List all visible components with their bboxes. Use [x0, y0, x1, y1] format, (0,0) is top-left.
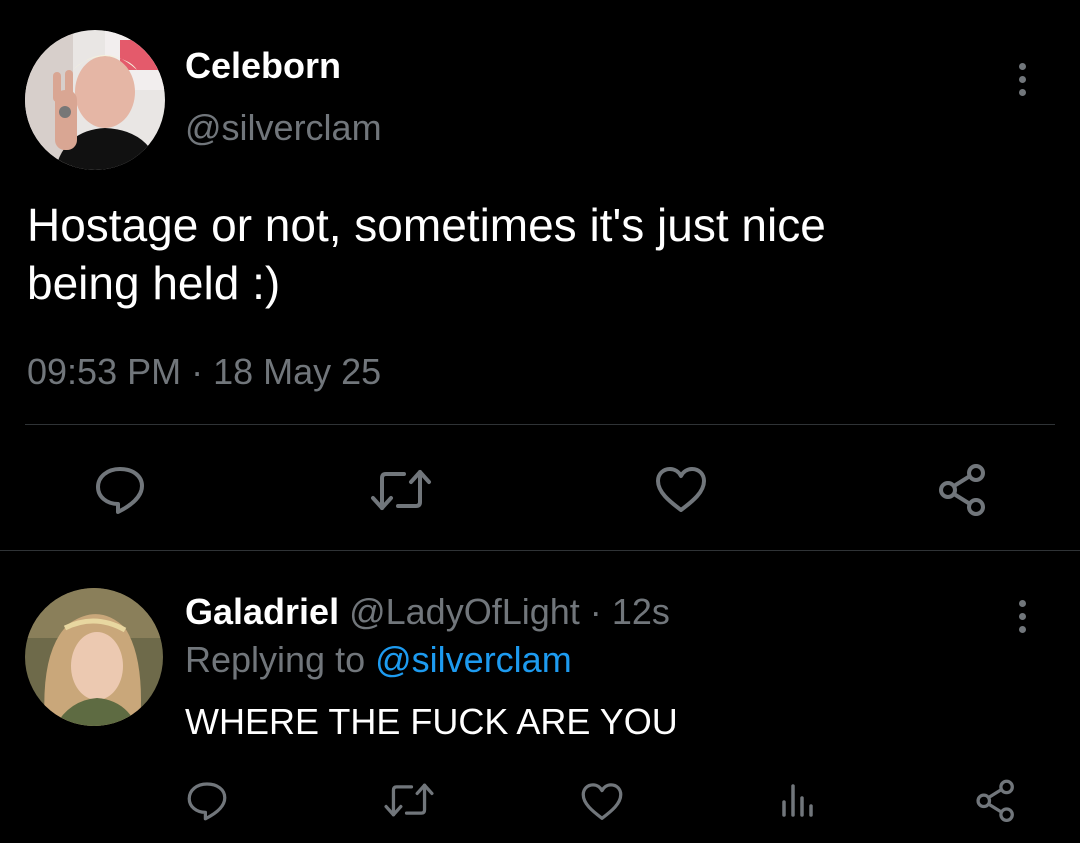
author-avatar[interactable] [25, 30, 165, 170]
reply-like-button[interactable] [580, 782, 624, 822]
like-icon [581, 783, 623, 820]
more-dot [1019, 613, 1026, 620]
reply-display-name[interactable]: Galadriel [185, 591, 339, 632]
like-icon [656, 467, 706, 512]
reply-reply-button[interactable] [185, 780, 229, 822]
more-dot [1019, 600, 1026, 607]
more-dot [1019, 626, 1026, 633]
reply-handle[interactable]: @LadyOfLight [349, 591, 580, 632]
tweet-text: Hostage or not, sometimes it's just nice… [27, 196, 826, 312]
reply-header: Galadriel @LadyOfLight · 12s [185, 590, 670, 634]
replying-to-handle[interactable]: @silverclam [375, 639, 572, 680]
more-dot [1019, 76, 1026, 83]
retweet-button[interactable] [368, 468, 434, 512]
share-icon [976, 779, 1014, 822]
more-dot [1019, 63, 1026, 70]
tweet-timestamp[interactable]: 09:53 PM · 18 May 25 [27, 350, 381, 394]
more-options-button[interactable] [1019, 63, 1026, 96]
reply-text: WHERE THE FUCK ARE YOU [185, 701, 678, 742]
retweet-icon [384, 783, 434, 817]
reply-icon [187, 782, 227, 821]
reply-retweet-button[interactable] [382, 782, 436, 818]
replying-to-label: Replying to [185, 639, 366, 680]
avatar-photo [25, 588, 163, 726]
share-icon [939, 464, 985, 516]
analytics-icon [782, 784, 813, 817]
reply-more-options-button[interactable] [1019, 600, 1026, 633]
author-handle[interactable]: @silverclam [185, 106, 382, 150]
avatar-photo [25, 30, 165, 170]
retweet-icon [371, 470, 431, 510]
author-display-name[interactable]: Celeborn [185, 44, 341, 88]
tweet-text-line: being held :) [27, 257, 281, 309]
separator-dot: · [589, 591, 602, 632]
divider [0, 550, 1080, 551]
share-button[interactable] [936, 462, 990, 516]
reply-age[interactable]: 12s [612, 591, 670, 632]
reply-analytics-button[interactable] [779, 782, 815, 818]
tweet-text-line: Hostage or not, sometimes it's just nice [27, 199, 826, 251]
reply-author-avatar[interactable] [25, 588, 163, 726]
divider [25, 424, 1055, 425]
reply-icon [96, 467, 144, 514]
like-button[interactable] [654, 466, 708, 514]
replying-to-line: Replying to @silverclam [185, 638, 572, 682]
more-dot [1019, 89, 1026, 96]
reply-share-button[interactable] [974, 778, 1018, 822]
reply-button[interactable] [93, 464, 147, 516]
